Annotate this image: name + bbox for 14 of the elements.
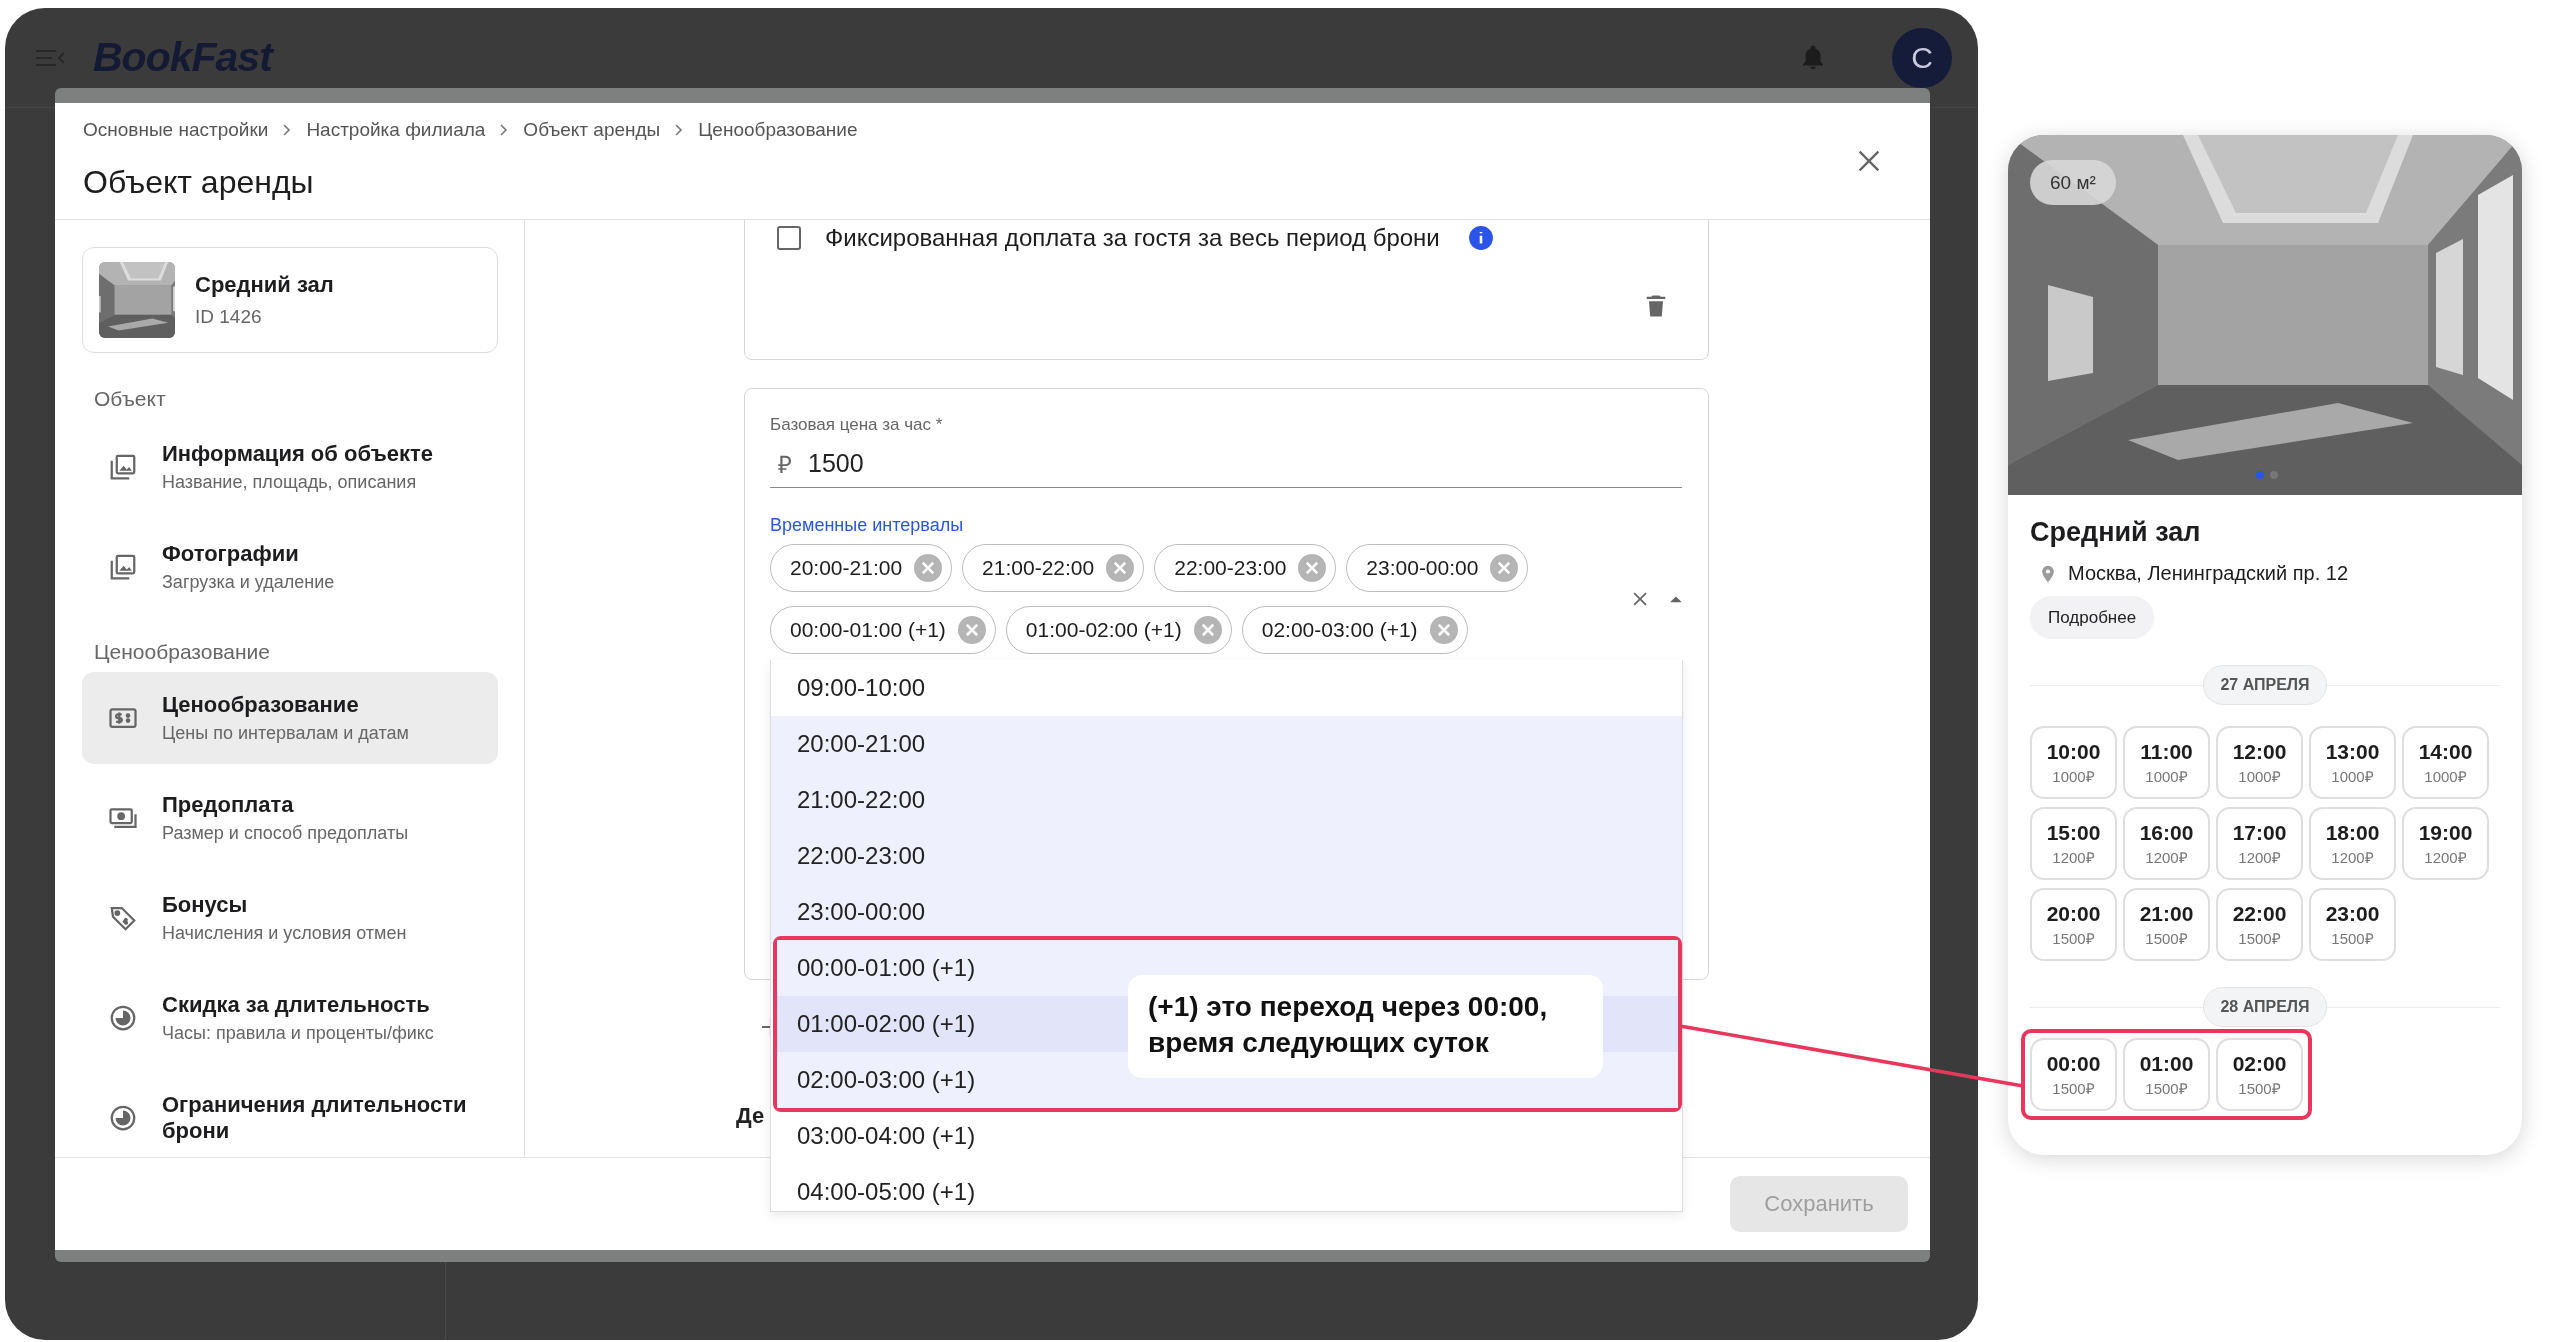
room-title: Средний зал [2030, 516, 2201, 548]
object-name: Средний зал [195, 272, 334, 298]
modal-title: Объект аренды [83, 163, 315, 202]
date-label: 27 АПРЕЛЯ [2203, 665, 2327, 705]
field-label: Базовая цена за час * [770, 414, 944, 436]
address: Москва, Ленинградский пр. 12 [2068, 562, 2349, 585]
checkbox-label: Фиксированная доплата за гостя за весь период брони [825, 224, 1440, 252]
annotation-callout: (+1) это переход через 00:00, время следующих суток [1128, 975, 1603, 1078]
date-label: 28 АПРЕЛЯ [2203, 987, 2327, 1027]
object-id: ID 1426 [195, 306, 263, 328]
section-heading: Ценообразование [93, 639, 271, 665]
section-heading: Де [736, 1103, 765, 1129]
field-label: Временные интервалы [770, 514, 965, 536]
section-heading: Объект [93, 386, 167, 412]
